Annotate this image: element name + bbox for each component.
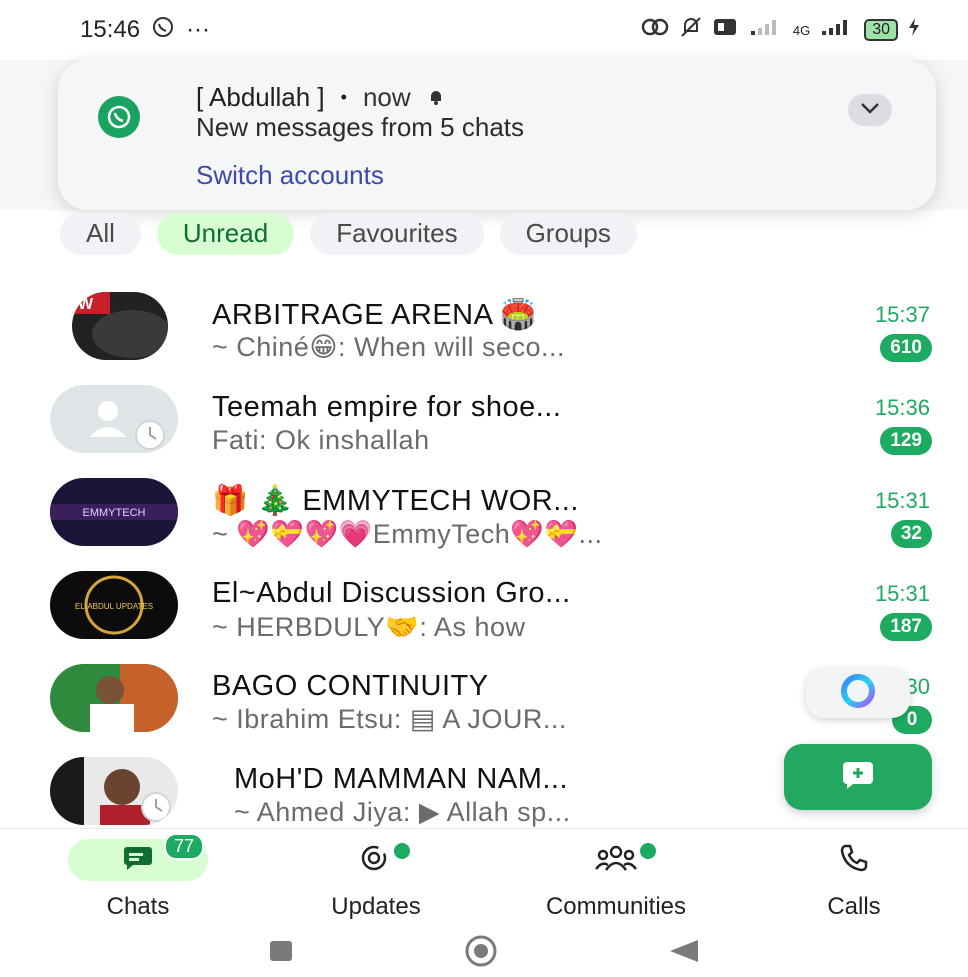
- nav-chats-label: Chats: [106, 893, 170, 920]
- expand-notification-button[interactable]: [848, 94, 892, 126]
- new-chat-button[interactable]: [784, 744, 932, 810]
- avatar-arbitrage-arena: W: [72, 292, 168, 360]
- nav-chats-indicator: 77: [68, 833, 208, 881]
- avatar-mohd-mamman: [50, 757, 178, 825]
- chat-preview: ~ Ahmed Jiya: ▶ Allah sp...: [234, 797, 571, 827]
- recents-button[interactable]: [268, 939, 294, 968]
- updates-icon: [359, 843, 393, 878]
- filter-groups[interactable]: Groups: [499, 213, 637, 255]
- home-button[interactable]: [464, 934, 498, 973]
- chat-time: 15:31: [874, 488, 930, 513]
- nav-calls-indicator: [784, 839, 924, 881]
- nav-communities[interactable]: Communities: [496, 839, 736, 921]
- nav-updates-indicator: [306, 839, 446, 881]
- nav-communities-label: Communities: [545, 893, 687, 920]
- clock: 15:46: [80, 16, 141, 43]
- more-notifications-icon: ···: [186, 16, 211, 43]
- chat-name: MoH'D MAMMAN NAM...: [234, 763, 569, 795]
- chat-row[interactable]: Teemah empire for shoe... 15:36 Fati: Ok…: [0, 373, 968, 466]
- link-icon: [641, 17, 669, 43]
- avatar-el-abdul: EL-ABDUL UPDATES: [50, 571, 178, 639]
- notification-body: New messages from 5 chats: [196, 112, 525, 142]
- unread-badge: 187: [880, 613, 932, 641]
- nav-chats[interactable]: 77 Chats: [18, 833, 258, 921]
- status-bar: 15:46 ··· 4G 30: [0, 0, 968, 60]
- chat-name: Teemah empire for shoe...: [212, 391, 562, 423]
- chat-preview: ~ 💖💝💖💗EmmyTech💖💝...: [212, 519, 603, 549]
- nav-updates[interactable]: Updates: [256, 839, 496, 921]
- whatsapp-status-icon: [152, 16, 174, 45]
- filter-all[interactable]: All: [60, 213, 141, 255]
- avatar-bago-continuity: [50, 664, 178, 732]
- switch-accounts-button[interactable]: Switch accounts: [196, 160, 384, 191]
- chat-row[interactable]: EL-ABDUL UPDATES El~Abdul Discussion Gro…: [0, 559, 968, 652]
- notification-header: [ Abdullah ] • now: [196, 82, 445, 113]
- system-navigation: [0, 930, 968, 977]
- nav-communities-indicator: [546, 839, 686, 881]
- meta-ai-button[interactable]: [806, 668, 910, 718]
- chat-time: 15:36: [874, 395, 930, 420]
- filter-unread[interactable]: Unread: [156, 213, 295, 255]
- avatar-text-emmytech: EMMYTECH: [83, 507, 146, 519]
- chat-name: BAGO CONTINUITY: [212, 670, 489, 702]
- filter-chips: All Unread Favourites Groups: [60, 213, 637, 255]
- nav-updates-label: Updates: [331, 893, 421, 920]
- whatsapp-logo-icon: [98, 96, 140, 138]
- chat-row[interactable]: W ARBITRAGE ARENA 🏟️ 15:37 ~ Chiné😁: Whe…: [0, 280, 968, 373]
- chevron-down-icon: [860, 101, 880, 119]
- unread-badge: 32: [890, 520, 932, 548]
- chat-preview: ~ Ibrahim Etsu: ▤ A JOUR...: [212, 704, 567, 734]
- battery-icon: 30: [864, 19, 898, 41]
- chat-name: 🎁 🎄 EMMYTECH WOR...: [212, 485, 579, 517]
- chat-preview: ~ HERBDULY🤝: As how: [212, 612, 526, 642]
- whatsapp-notification[interactable]: [ Abdullah ] • now New messages from 5 c…: [58, 60, 936, 210]
- notification-time: now: [362, 82, 411, 112]
- signal-icon-2: [820, 17, 854, 43]
- nav-calls[interactable]: Calls: [734, 839, 968, 921]
- communities-dot: [640, 843, 656, 859]
- volte-icon: [713, 17, 739, 43]
- chat-preview: Fati: Ok inshallah: [212, 425, 430, 455]
- unread-badge: 610: [880, 334, 932, 362]
- signal-icon-1: [749, 17, 783, 43]
- bottom-navigation: 77 Chats Updates Communities Calls: [0, 828, 968, 928]
- svg-text:W: W: [78, 296, 94, 313]
- new-chat-icon: [841, 760, 875, 795]
- unread-badge: 129: [880, 427, 932, 455]
- communities-icon: [594, 843, 638, 878]
- notification-separator: •: [340, 87, 347, 107]
- chat-time: 15:31: [874, 581, 930, 606]
- chats-icon: [121, 844, 155, 877]
- chat-name: El~Abdul Discussion Gro...: [212, 577, 571, 609]
- notification-sender: [ Abdullah ]: [196, 82, 325, 112]
- chat-name: ARBITRAGE ARENA 🏟️: [212, 299, 538, 331]
- meta-ai-icon: [838, 671, 878, 716]
- avatar-group-placeholder: [50, 385, 178, 453]
- updates-dot: [394, 843, 410, 859]
- mute-icon: [679, 15, 703, 45]
- chats-unread-badge: 77: [164, 833, 205, 860]
- filter-favourites[interactable]: Favourites: [310, 213, 484, 255]
- phone-icon: [839, 843, 869, 878]
- back-button[interactable]: [668, 938, 700, 969]
- chat-row[interactable]: EMMYTECH 🎁 🎄 EMMYTECH WOR... 15:31 ~ 💖💝💖…: [0, 466, 968, 559]
- chat-preview: ~ Chiné😁: When will seco...: [212, 332, 566, 362]
- bell-icon: [427, 82, 445, 113]
- avatar-text-elabdul: EL-ABDUL UPDATES: [75, 602, 153, 611]
- chat-time: 15:37: [874, 302, 930, 327]
- network-type-label: 4G: [792, 22, 811, 38]
- avatar-emmytech: EMMYTECH: [50, 478, 178, 546]
- nav-calls-label: Calls: [827, 893, 881, 920]
- charging-icon: [908, 17, 920, 43]
